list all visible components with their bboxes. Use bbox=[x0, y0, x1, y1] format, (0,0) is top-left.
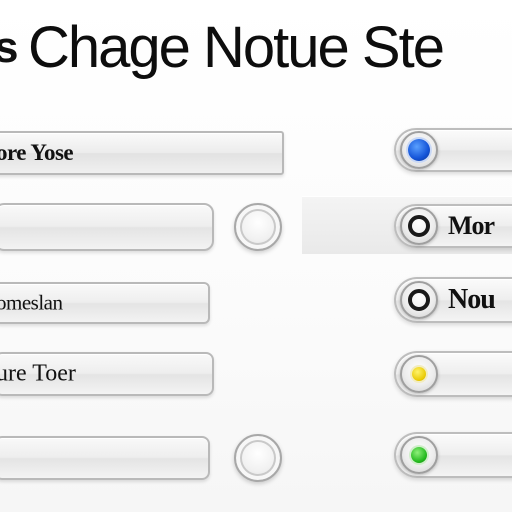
radio-pill-5[interactable] bbox=[394, 432, 512, 478]
radio-knob[interactable] bbox=[400, 436, 438, 474]
ring-icon bbox=[408, 289, 430, 311]
radio-knob[interactable] bbox=[400, 131, 438, 169]
round-button-1[interactable] bbox=[234, 203, 282, 251]
text-field-1[interactable]: ore Yose bbox=[0, 131, 284, 175]
radio-pill-3[interactable]: Nou bbox=[394, 277, 512, 323]
radio-pill-2[interactable]: Mor bbox=[394, 204, 512, 248]
text-field-5[interactable] bbox=[0, 436, 210, 480]
title-prefix: s bbox=[0, 23, 19, 72]
radio-pill-3-label: Nou bbox=[448, 284, 496, 315]
radio-pill-1[interactable] bbox=[394, 128, 512, 172]
text-field-2[interactable] bbox=[0, 203, 214, 251]
blue-dot-icon bbox=[408, 139, 430, 161]
text-field-4[interactable]: ure Toer bbox=[0, 352, 214, 396]
radio-pill-4[interactable] bbox=[394, 351, 512, 397]
radio-knob[interactable] bbox=[400, 207, 438, 245]
text-field-4-label: ure Toer bbox=[0, 360, 76, 387]
text-field-1-label: ore Yose bbox=[0, 140, 74, 165]
text-field-3-label: omeslan bbox=[0, 290, 63, 315]
green-dot-icon bbox=[411, 447, 427, 463]
round-button-2[interactable] bbox=[234, 434, 282, 482]
page-title: Chage Notue Ste bbox=[28, 15, 445, 80]
text-field-3[interactable]: omeslan bbox=[0, 282, 210, 324]
page: s Chage Notue Ste ore Yose omeslan ure T… bbox=[0, 0, 512, 512]
radio-knob[interactable] bbox=[400, 355, 438, 393]
yellow-dot-icon bbox=[412, 367, 426, 381]
radio-knob[interactable] bbox=[400, 281, 438, 319]
ring-icon bbox=[408, 215, 430, 237]
radio-pill-2-label: Mor bbox=[448, 211, 495, 240]
